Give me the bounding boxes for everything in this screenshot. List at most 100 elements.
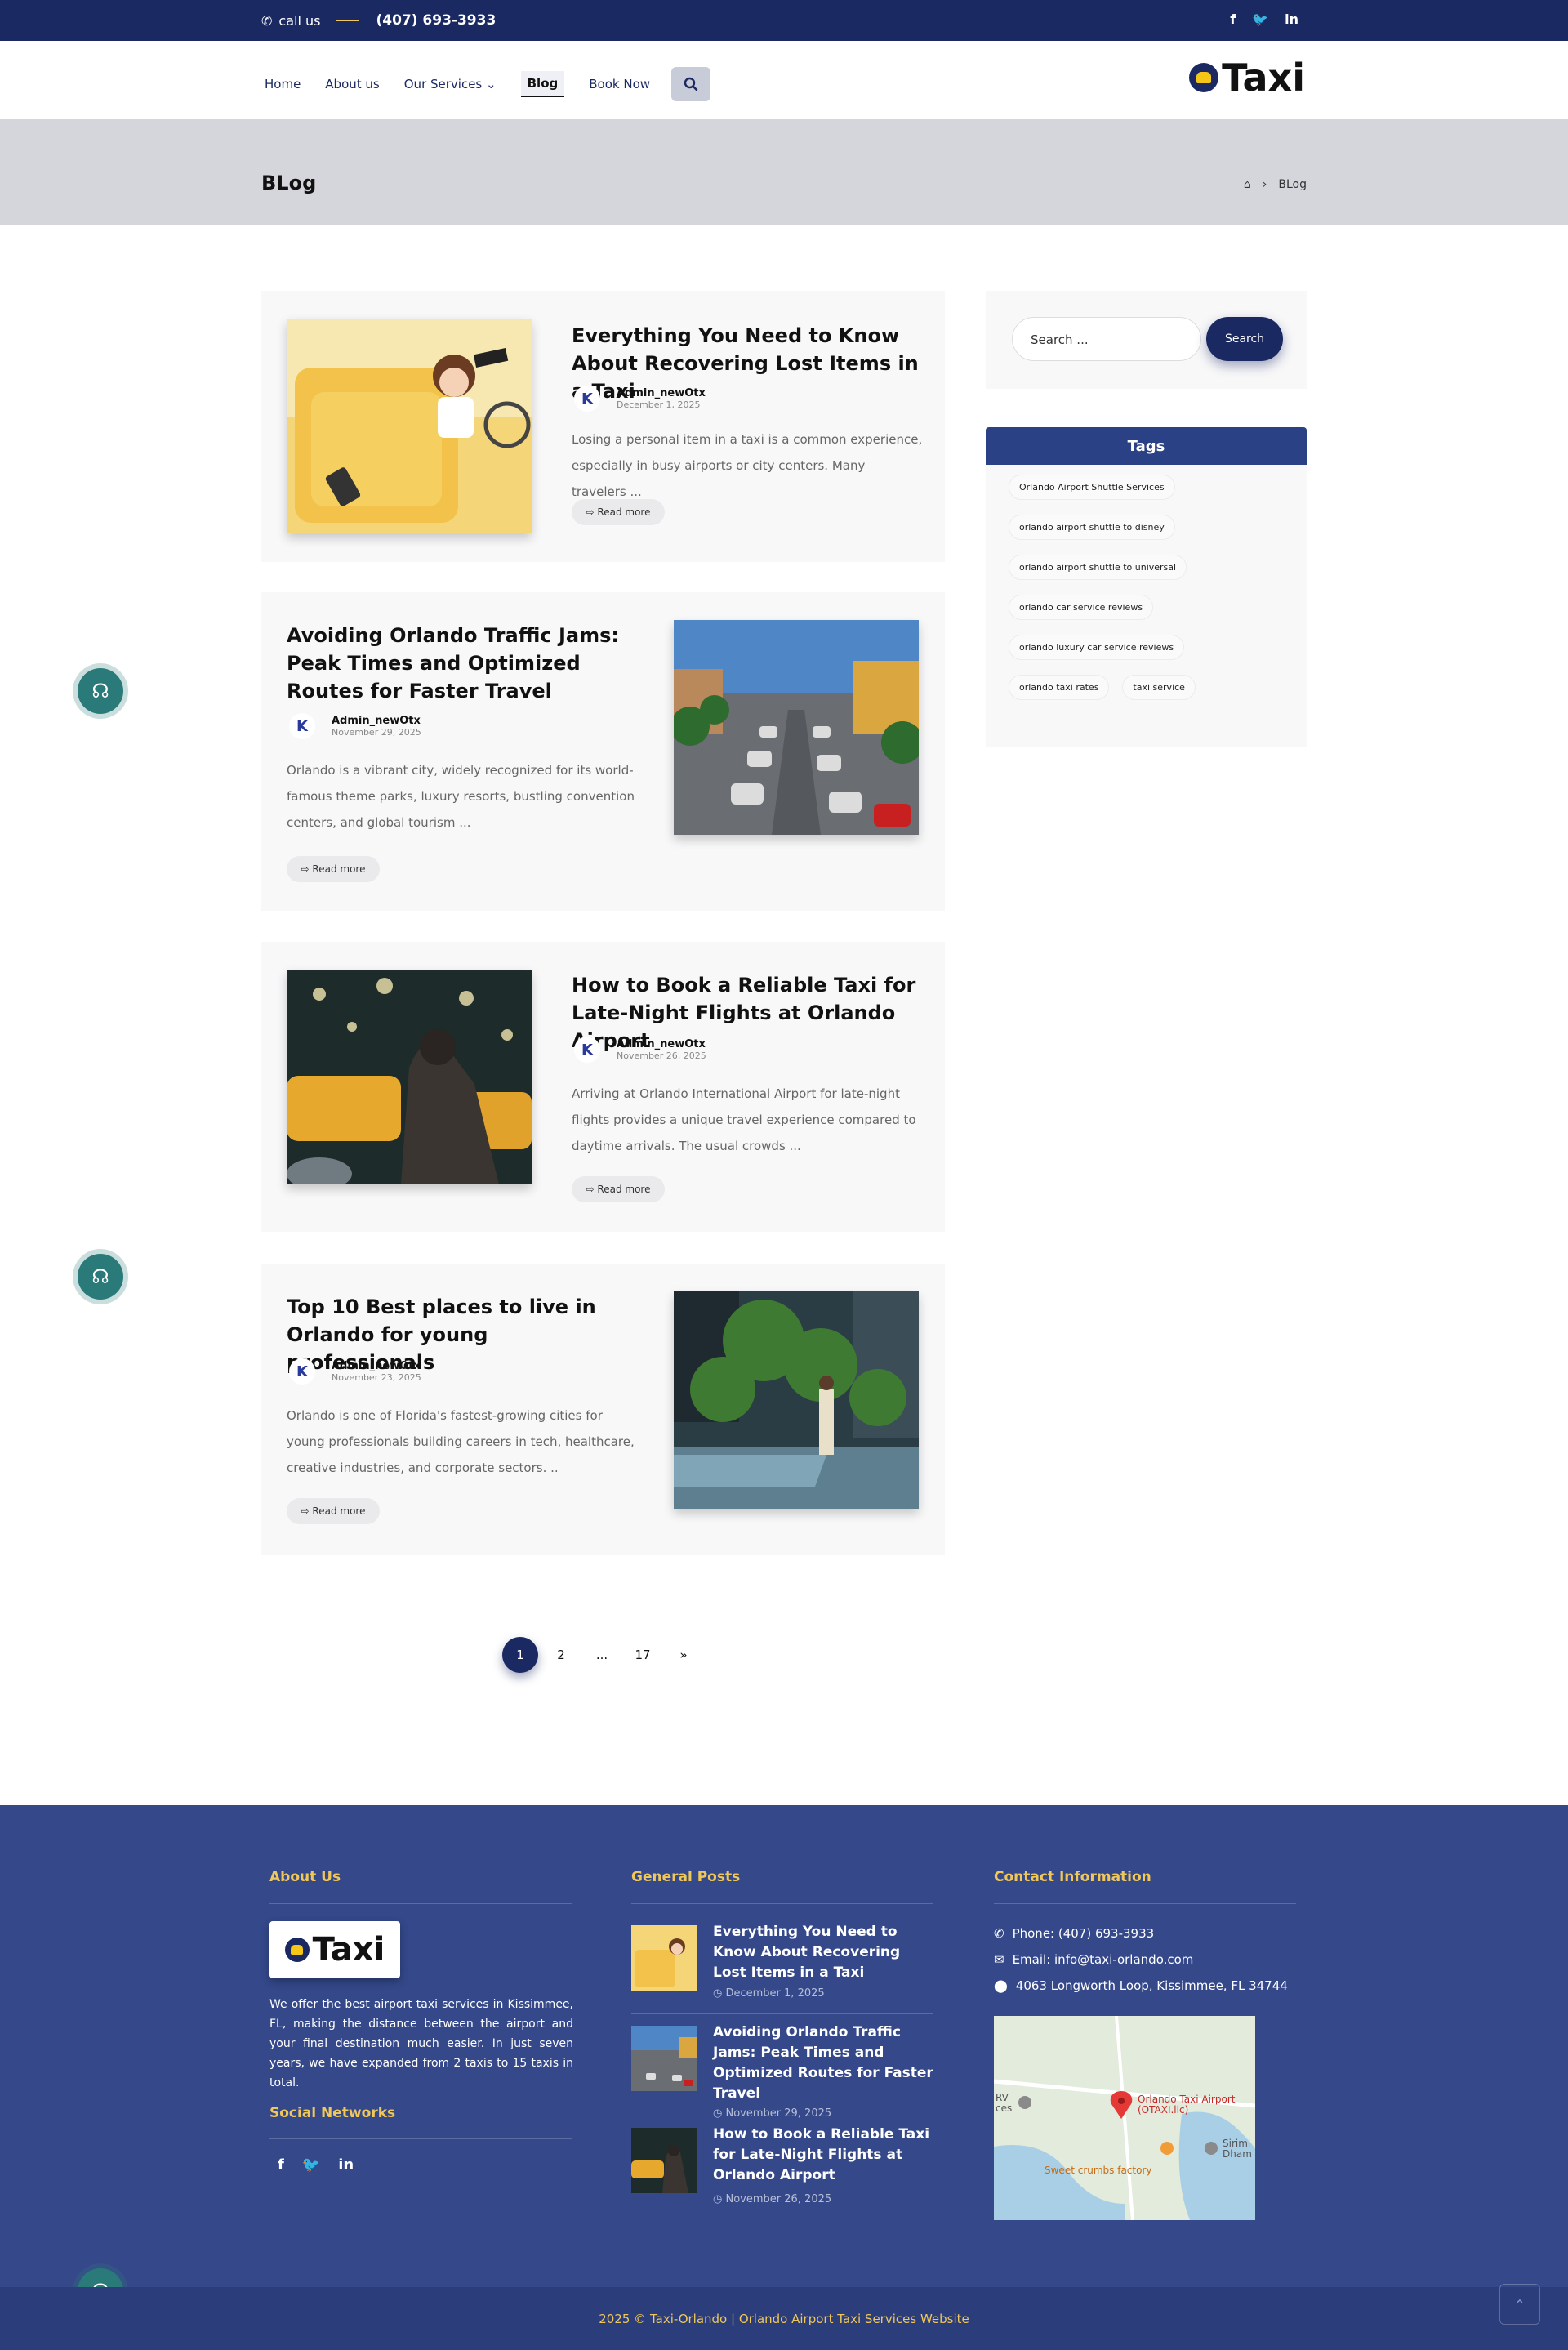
page-2[interactable]: 2 — [543, 1637, 579, 1673]
footer-post-date-text: November 29, 2025 — [725, 2107, 832, 2120]
page-1[interactable]: 1 — [502, 1637, 538, 1673]
post-card: Everything You Need to Know About Recove… — [261, 291, 945, 562]
support-chat-button[interactable]: ☊ — [78, 668, 123, 714]
avatar: K — [574, 1037, 600, 1063]
contact-address-text: 4063 Longworth Loop, Kissimmee, FL 34744 — [1015, 1978, 1288, 1993]
support-chat-button[interactable]: ☊ — [78, 1254, 123, 1300]
read-more-button[interactable]: ⇨ Read more — [572, 499, 665, 525]
top-phone-link[interactable]: (407) 693-3933 — [376, 12, 496, 29]
post-image-traffic[interactable] — [674, 620, 919, 835]
page-ellipsis: ... — [595, 1648, 608, 1662]
tag-item[interactable]: orlando car service reviews — [1009, 595, 1154, 620]
author-name[interactable]: Admin_newOtx — [332, 715, 421, 727]
tag-item[interactable]: Orlando Airport Shuttle Services — [1009, 475, 1175, 500]
tags-widget: Tags Orlando Airport Shuttle Services or… — [986, 427, 1307, 747]
post-image-orlando-city[interactable] — [674, 1291, 919, 1509]
avatar: K — [574, 386, 600, 412]
author-name[interactable]: Admin_newOtx — [617, 387, 706, 399]
post-excerpt: Orlando is one of Florida's fastest-grow… — [287, 1408, 635, 1475]
linkedin-icon[interactable]: in — [1285, 11, 1298, 27]
scroll-to-top-button[interactable]: ⌃ — [1499, 2284, 1540, 2325]
tag-item[interactable]: taxi service — [1122, 675, 1196, 700]
contact-phone[interactable]: ✆ Phone: (407) 693-3933 — [994, 1926, 1154, 1941]
linkedin-icon[interactable]: in — [338, 2156, 354, 2174]
copyright-bar: 2025 © Taxi-Orlando | Orlando Airport Ta… — [0, 2287, 1568, 2350]
post-author: K Admin_newOtx November 23, 2025 — [289, 1358, 421, 1385]
tag-item[interactable]: orlando airport shuttle to universal — [1009, 555, 1187, 580]
divider — [631, 2013, 933, 2014]
post-card: Top 10 Best places to live in Orlando fo… — [261, 1264, 945, 1555]
search-button[interactable]: Search — [1206, 317, 1283, 361]
call-us-label: call us — [278, 12, 321, 29]
footer-logo[interactable]: Taxi — [270, 1921, 400, 1978]
footer-post-item[interactable]: How to Book a Reliable Taxi for Late-Nig… — [631, 2125, 933, 2214]
headset-icon: ☊ — [91, 1265, 109, 1288]
read-more-button[interactable]: ⇨ Read more — [287, 856, 380, 882]
page-banner: BLog ⌂ › BLog — [0, 119, 1568, 225]
tag-item[interactable]: orlando airport shuttle to disney — [1009, 515, 1175, 540]
divider — [631, 1903, 933, 1904]
nav-blog[interactable]: Blog — [520, 71, 565, 97]
footer-post-thumb — [631, 1925, 697, 1991]
footer-social-title: Social Networks — [270, 2105, 396, 2121]
nav-about[interactable]: About us — [325, 74, 379, 95]
tag-item[interactable]: orlando luxury car service reviews — [1009, 635, 1185, 660]
nav-home[interactable]: Home — [265, 74, 301, 95]
nav-search-button[interactable] — [671, 67, 711, 101]
tags-title: Tags — [986, 427, 1307, 465]
footer-about-title: About Us — [270, 1869, 341, 1885]
site-footer: About Us Taxi We offer the best airport … — [0, 1805, 1568, 2287]
post-author: K Admin_newOtx November 29, 2025 — [289, 713, 421, 739]
footer-post-date-text: December 1, 2025 — [725, 1987, 825, 2000]
footer-post-title: Everything You Need to Know About Recove… — [713, 1924, 901, 1981]
footer-post-item[interactable]: Everything You Need to Know About Recove… — [631, 1922, 933, 2012]
read-more-button[interactable]: ⇨ Read more — [287, 1498, 380, 1524]
avatar: K — [289, 713, 315, 739]
tag-list: Orlando Airport Shuttle Services orlando… — [1009, 475, 1286, 700]
footer-posts-title: General Posts — [631, 1869, 741, 1885]
footer-post-title: How to Book a Reliable Taxi for Late-Nig… — [713, 2126, 930, 2183]
main-navbar: Home About us Our Services ⌄ Blog Book N… — [0, 41, 1568, 118]
nav-book-now[interactable]: Book Now — [589, 74, 650, 95]
author-name[interactable]: Admin_newOtx — [332, 1360, 421, 1372]
next-page[interactable]: » — [666, 1637, 702, 1673]
chevron-down-icon: ⌄ — [486, 77, 497, 91]
post-image-lost-items[interactable] — [287, 319, 532, 533]
nav-menu: Home About us Our Services ⌄ Blog Book N… — [265, 67, 711, 101]
read-more-icon: ⇨ — [586, 506, 598, 518]
search-icon — [684, 77, 698, 91]
footer-post-date: ◷ November 29, 2025 — [713, 2107, 832, 2120]
nav-services[interactable]: Our Services ⌄ — [404, 74, 497, 95]
read-more-label: Read more — [597, 506, 651, 518]
top-bar: ✆ call us (407) 693-3933 f 🐦 in — [0, 0, 1568, 41]
divider — [270, 1903, 572, 1904]
author-name[interactable]: Admin_newOtx — [617, 1038, 706, 1050]
avatar: K — [289, 1358, 315, 1385]
location-map[interactable]: Orlando Taxi Airport (OTAXI.llc) Sweet c… — [994, 2016, 1255, 2220]
page-17[interactable]: 17 — [625, 1637, 661, 1673]
read-more-icon: ⇨ — [586, 1184, 598, 1195]
post-image-late-night[interactable] — [287, 970, 532, 1184]
contact-email[interactable]: ✉ Email: info@taxi-orlando.com — [994, 1952, 1193, 1967]
search-input[interactable]: Search ... — [1012, 317, 1201, 361]
site-logo[interactable]: Taxi — [1189, 59, 1305, 96]
read-more-button[interactable]: ⇨ Read more — [572, 1176, 665, 1202]
twitter-icon[interactable]: 🐦 — [302, 2156, 320, 2174]
home-icon[interactable]: ⌂ — [1244, 178, 1251, 191]
footer-post-date: ◷ November 26, 2025 — [713, 2193, 832, 2205]
tag-item[interactable]: orlando taxi rates — [1009, 675, 1110, 700]
chevron-right-icon: › — [1262, 178, 1267, 191]
chevron-up-icon: ⌃ — [1514, 2296, 1526, 2312]
twitter-icon[interactable]: 🐦 — [1252, 11, 1268, 27]
headset-icon: ☊ — [91, 680, 109, 702]
page-title: BLog — [261, 172, 317, 194]
facebook-icon[interactable]: f — [278, 2156, 284, 2174]
footer-post-item[interactable]: Avoiding Orlando Traffic Jams: Peak Time… — [631, 2022, 933, 2120]
facebook-icon[interactable]: f — [1230, 11, 1236, 27]
post-title[interactable]: Avoiding Orlando Traffic Jams: Peak Time… — [287, 622, 638, 705]
breadcrumb-current: BLog — [1278, 178, 1307, 191]
footer-post-title: Avoiding Orlando Traffic Jams: Peak Time… — [713, 2024, 933, 2102]
footer-post-date: ◷ December 1, 2025 — [713, 1987, 825, 2000]
post-author: K Admin_newOtx November 26, 2025 — [574, 1037, 706, 1063]
footer-post-thumb — [631, 2026, 697, 2091]
